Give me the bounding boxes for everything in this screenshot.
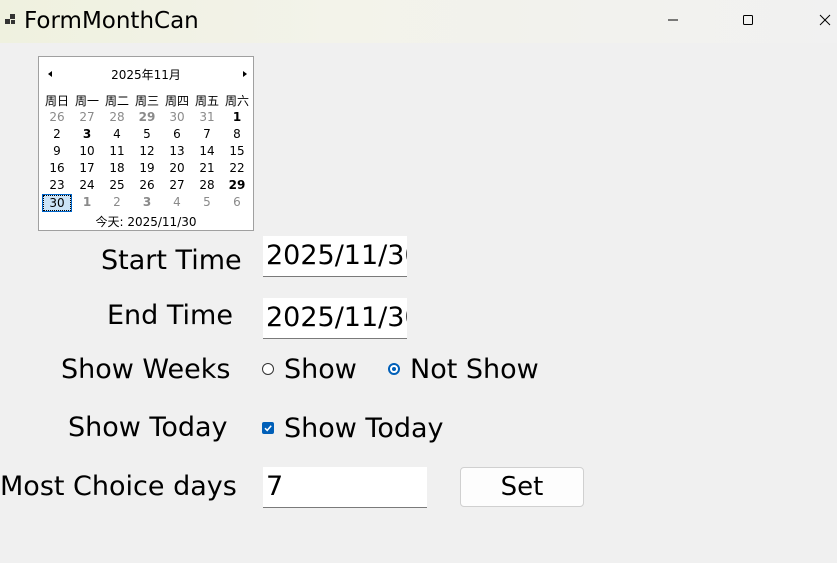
show-today-label: Show Today (68, 412, 228, 443)
most-choice-days-input[interactable]: 7 (263, 467, 427, 508)
calendar-day[interactable]: 5 (192, 194, 222, 211)
calendar-day[interactable]: 17 (72, 160, 102, 177)
calendar-day[interactable]: 21 (192, 160, 222, 177)
calendar-day[interactable]: 4 (162, 194, 192, 211)
calendar-day[interactable]: 25 (102, 177, 132, 194)
show-weeks-show-label[interactable]: Show (284, 353, 357, 387)
checkmark-icon (264, 425, 272, 432)
title-bar: FormMonthCan (0, 0, 837, 43)
calendar-day[interactable]: 6 (162, 126, 192, 143)
calendar-day[interactable]: 28 (102, 109, 132, 126)
calendar-day[interactable]: 14 (192, 143, 222, 160)
calendar-day[interactable]: 27 (162, 177, 192, 194)
calendar-day[interactable]: 29 (222, 177, 252, 194)
maximize-button[interactable] (725, 0, 771, 40)
show-weeks-not-show-radio[interactable] (388, 363, 400, 375)
end-time-label: End Time (107, 300, 233, 331)
maximize-icon (743, 15, 753, 25)
close-button[interactable] (802, 0, 837, 40)
calendar-day[interactable]: 5 (132, 126, 162, 143)
show-weeks-label: Show Weeks (61, 354, 231, 385)
calendar-day[interactable]: 13 (162, 143, 192, 160)
start-time-picker[interactable]: 2025/11/30 (263, 236, 407, 277)
calendar-day[interactable]: 2 (42, 126, 72, 143)
calendar-day[interactable]: 12 (132, 143, 162, 160)
start-time-label: Start Time (101, 245, 242, 276)
calendar-day[interactable]: 31 (192, 109, 222, 126)
calendar-day[interactable]: 20 (162, 160, 192, 177)
calendar-day[interactable]: 30 (162, 109, 192, 126)
calendar-day[interactable]: 22 (222, 160, 252, 177)
calendar-day[interactable]: 28 (192, 177, 222, 194)
calendar-day[interactable]: 1 (72, 194, 102, 211)
calendar-day[interactable]: 3 (132, 194, 162, 211)
calendar-weekday-header: 周六 (224, 94, 249, 108)
close-icon (819, 14, 831, 26)
window-title: FormMonthCan (24, 8, 199, 34)
calendar-day[interactable]: 8 (222, 126, 252, 143)
calendar-day[interactable]: 6 (222, 194, 252, 211)
calendar-day[interactable]: 7 (192, 126, 222, 143)
show-weeks-show-radio[interactable] (262, 363, 274, 375)
calendar-day[interactable]: 27 (72, 109, 102, 126)
app-icon (5, 14, 15, 24)
calendar-weekday-header: 周一 (74, 94, 99, 108)
calendar-month-label[interactable]: 2025年11月 (39, 66, 253, 83)
calendar-day[interactable]: 26 (42, 109, 72, 126)
show-today-checkbox[interactable] (262, 422, 274, 434)
calendar-weekday-header: 周日 (44, 94, 69, 108)
calendar-weekday-header: 周四 (164, 94, 189, 108)
calendar-weekday-header: 周三 (134, 94, 159, 108)
most-choice-days-label: Most Choice days (0, 471, 237, 502)
calendar-day[interactable]: 29 (132, 109, 162, 126)
calendar-today-label[interactable]: 今天: 2025/11/30 (39, 213, 253, 230)
show-today-checkbox-label[interactable]: Show Today (284, 412, 444, 446)
calendar-day[interactable]: 26 (132, 177, 162, 194)
calendar-day[interactable]: 3 (72, 126, 102, 143)
calendar-day[interactable]: 10 (72, 143, 102, 160)
calendar-day[interactable]: 15 (222, 143, 252, 160)
calendar-weekday-header: 周二 (104, 94, 129, 108)
calendar-day[interactable]: 16 (42, 160, 72, 177)
calendar-day[interactable]: 9 (42, 143, 72, 160)
show-weeks-not-show-label[interactable]: Not Show (410, 353, 539, 387)
minimize-button[interactable] (650, 0, 696, 40)
calendar-day[interactable]: 23 (42, 177, 72, 194)
calendar-day[interactable]: 2 (102, 194, 132, 211)
calendar-day[interactable]: 11 (102, 143, 132, 160)
calendar-day[interactable]: 24 (72, 177, 102, 194)
next-month-icon[interactable] (240, 68, 250, 80)
calendar-day[interactable]: 4 (102, 126, 132, 143)
month-calendar[interactable]: 2025年11月 周日 周一 周二 周三 周四 周五 周六 26 27 28 29 30 31 1 2 3 4 5… (38, 56, 254, 231)
calendar-day[interactable]: 19 (132, 160, 162, 177)
minimize-icon (668, 19, 678, 21)
calendar-weekday-header: 周五 (194, 94, 219, 108)
calendar-day[interactable]: 1 (222, 109, 252, 126)
set-button[interactable]: Set (460, 467, 584, 507)
calendar-day[interactable]: 30 (42, 194, 72, 212)
end-time-picker[interactable]: 2025/11/30 (263, 298, 407, 339)
calendar-day[interactable]: 18 (102, 160, 132, 177)
